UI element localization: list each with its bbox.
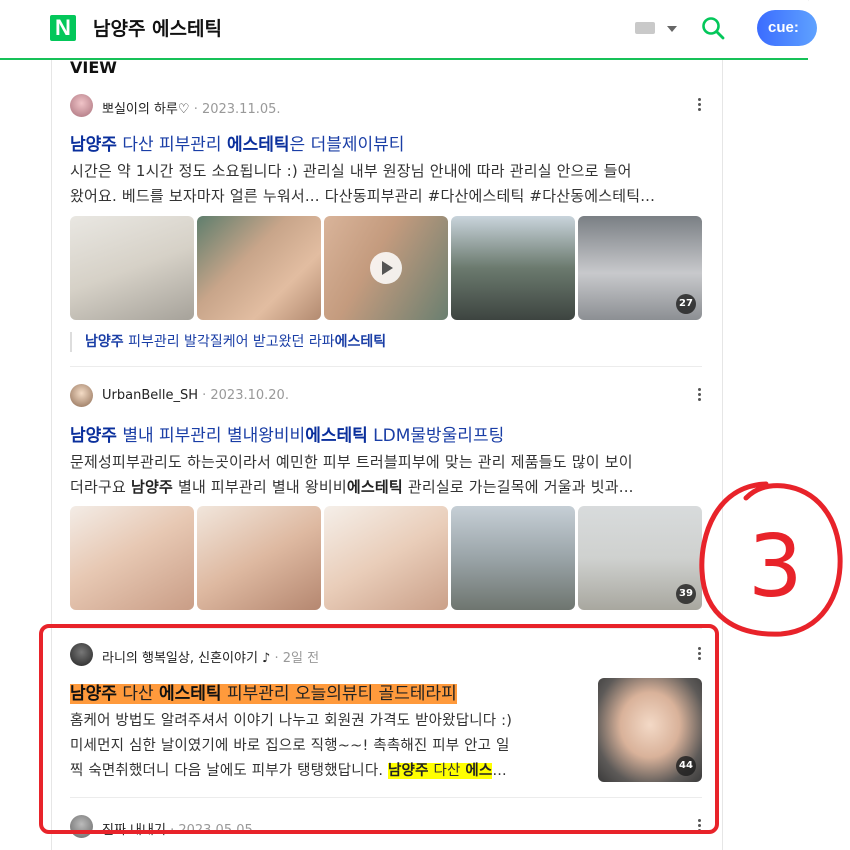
link-text: 피부관리 발각질케어 받고왔던 라파 <box>123 334 335 350</box>
author-name[interactable]: UrbanBelle_SH <box>102 388 198 403</box>
desc-text: 관리실로 가는길목에 거울과 빗과... <box>402 478 634 496</box>
more-options-icon[interactable] <box>698 96 702 113</box>
title-keyword: 에스테틱 <box>226 135 290 155</box>
annotation-number: 3 <box>748 517 803 617</box>
desc-line: 더라구요 남양주 별내 피부관리 별내 왕비비에스테틱 관리실로 가는길목에 거… <box>70 475 702 500</box>
thumbnail[interactable]: 39 <box>578 506 702 610</box>
thumbnail[interactable] <box>197 216 321 320</box>
desc-text: 더라구요 <box>70 478 131 496</box>
desc-line: 왔어요. 베드를 보자마자 얼른 누워서... 다산동피부관리 #다산에스테틱 … <box>70 187 656 205</box>
post-card: UrbanBelle_SH · 2023.10.20. 남양주 별내 피부관리 … <box>70 384 702 614</box>
author-link[interactable]: 뽀실이의 하루♡ · 2023.11.05. <box>102 98 281 117</box>
related-post-link[interactable]: 남양주 피부관리 발각질케어 받고왔던 라파에스테틱 <box>70 332 386 352</box>
title-keyword: 남양주 <box>70 426 117 446</box>
thumbnail[interactable] <box>197 506 321 610</box>
title-text: 다산 피부관리 <box>116 135 227 155</box>
thumbnail[interactable] <box>324 506 448 610</box>
post-title[interactable]: 남양주 다산 피부관리 에스테틱은 더블제이뷰티 <box>70 130 404 155</box>
thumbnail[interactable] <box>451 506 575 610</box>
search-query[interactable]: 남양주 에스테틱 <box>93 14 222 41</box>
post-description[interactable]: 시간은 약 1시간 정도 소요됩니다 :) 관리실 내부 원장님 안내에 따라 … <box>70 159 702 209</box>
section-title: VIEW <box>70 58 117 77</box>
photo-count-badge: 39 <box>676 584 696 604</box>
post-card: 뽀실이의 하루♡ · 2023.11.05. 남양주 다산 피부관리 에스테틱은… <box>70 94 702 354</box>
post-date: 2023.11.05. <box>201 102 281 117</box>
thumbnail-strip: 27 <box>70 216 702 320</box>
keyboard-icon[interactable] <box>635 22 655 34</box>
cue-button[interactable]: cue: <box>757 10 817 46</box>
title-text: 은 더블제이뷰티 <box>289 135 405 155</box>
video-thumbnail[interactable] <box>324 216 448 320</box>
search-header: N 남양주 에스테틱 cue: <box>0 0 817 60</box>
post-title[interactable]: 남양주 별내 피부관리 별내왕비비에스테틱 LDM물방울리프팅 <box>70 421 504 446</box>
avatar[interactable] <box>70 384 93 407</box>
desc-line: 시간은 약 1시간 정도 소요됩니다 :) 관리실 내부 원장님 안내에 따라 … <box>70 162 632 180</box>
link-keyword: 에스테틱 <box>334 334 387 350</box>
search-icon[interactable] <box>701 16 725 40</box>
more-options-icon[interactable] <box>698 386 702 403</box>
desc-keyword: 남양주 <box>130 478 173 496</box>
desc-keyword: 에스테틱 <box>346 478 403 496</box>
thumbnail[interactable] <box>70 216 194 320</box>
thumbnail[interactable] <box>451 216 575 320</box>
thumbnail[interactable]: 27 <box>578 216 702 320</box>
annotation-highlight-box <box>39 624 719 834</box>
thumbnail-strip: 39 <box>70 506 702 610</box>
thumbnail[interactable] <box>70 506 194 610</box>
author-name[interactable]: 뽀실이의 하루♡ <box>102 102 190 117</box>
link-keyword: 남양주 <box>85 334 124 350</box>
post-description[interactable]: 문제성피부관리도 하는곳이라서 예민한 피부 트러블피부에 맞는 관리 제품들도… <box>70 450 702 500</box>
play-icon[interactable] <box>370 252 402 284</box>
author-link[interactable]: UrbanBelle_SH · 2023.10.20. <box>102 388 289 403</box>
naver-logo[interactable]: N <box>50 15 76 41</box>
title-text: 별내 피부관리 별내왕비비 <box>116 426 306 446</box>
avatar[interactable] <box>70 94 93 117</box>
desc-line: 문제성피부관리도 하는곳이라서 예민한 피부 트러블피부에 맞는 관리 제품들도… <box>70 453 633 471</box>
post-date: 2023.10.20. <box>210 388 289 403</box>
photo-count-badge: 27 <box>676 294 696 314</box>
author-row: UrbanBelle_SH · 2023.10.20. <box>70 384 702 408</box>
annotation-circled-number: 3 <box>699 481 843 637</box>
divider <box>70 366 702 367</box>
title-text: LDM물방울리프팅 <box>367 426 505 446</box>
author-row: 뽀실이의 하루♡ · 2023.11.05. <box>70 94 702 118</box>
chevron-down-icon[interactable] <box>667 26 677 32</box>
title-keyword: 남양주 <box>70 135 117 155</box>
desc-text: 별내 피부관리 별내 왕비비 <box>172 478 347 496</box>
title-keyword: 에스테틱 <box>305 426 368 446</box>
